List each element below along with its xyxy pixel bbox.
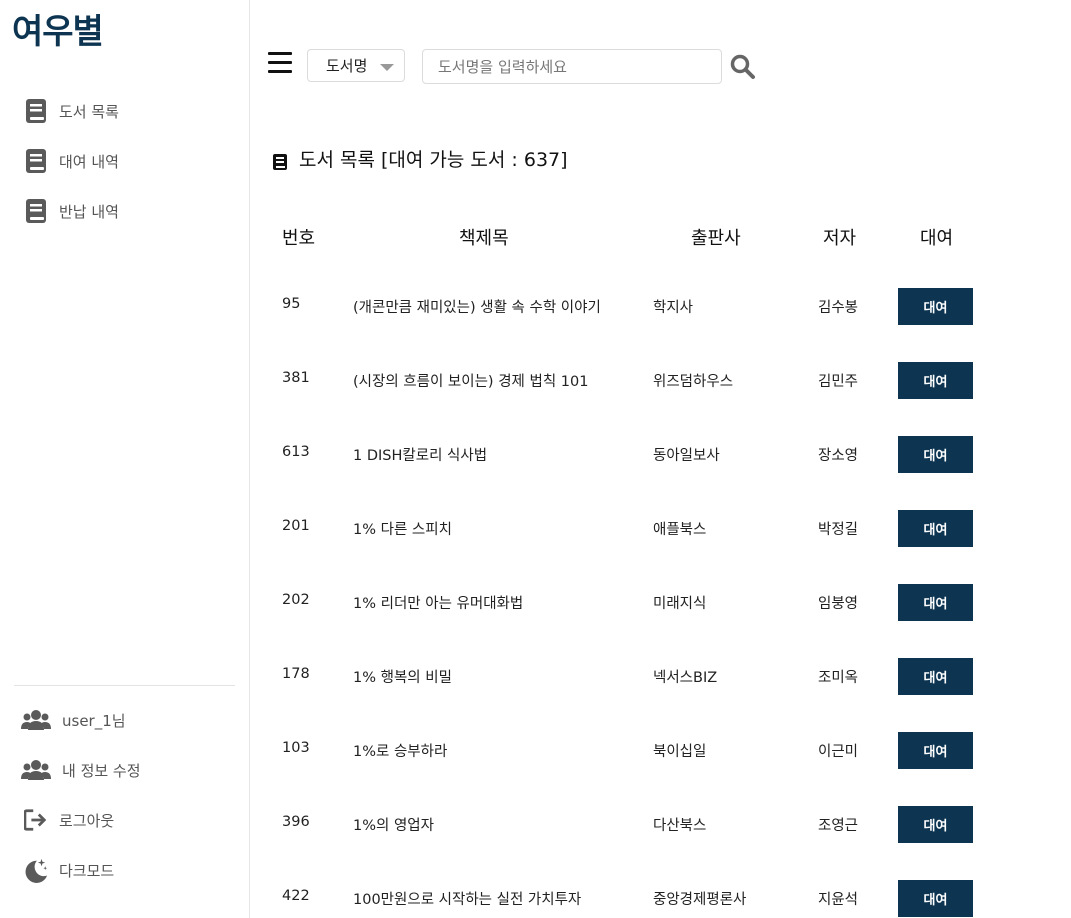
logo[interactable]: 여우별 (12, 4, 104, 53)
main-content: 도서명 도서 목록 [대여 가능 도서 : 637] 번호 책제목 출판사 저자… (250, 0, 1071, 918)
search-icon[interactable] (730, 54, 756, 80)
sidebar-item-dark-mode[interactable]: 다크모드 (24, 856, 114, 884)
cell-number: 396 (282, 814, 310, 830)
cell-title: 1 DISH칼로리 식사법 (353, 448, 488, 464)
search-input[interactable] (422, 49, 722, 84)
rent-button[interactable]: 대여 (898, 732, 973, 769)
book-icon (24, 148, 48, 174)
cell-number: 202 (282, 592, 310, 608)
sidebar-item-book-list[interactable]: 도서 목록 (24, 97, 119, 125)
sidebar-item-label: 도서 목록 (59, 102, 119, 121)
column-header-title: 책제목 (459, 228, 509, 249)
sidebar-item-label: 내 정보 수정 (62, 761, 141, 780)
search-category-value: 도서명 (326, 57, 368, 75)
column-header-number: 번호 (282, 228, 316, 249)
cell-number: 103 (282, 740, 310, 756)
sidebar-item-label: 다크모드 (59, 861, 115, 880)
sidebar-item-logout[interactable]: 로그아웃 (24, 806, 114, 834)
book-icon (24, 98, 48, 124)
cell-author: 박정길 (818, 522, 859, 538)
cell-publisher: 미래지식 (653, 596, 707, 612)
sidebar-item-label: 대여 내역 (59, 152, 119, 171)
rent-button[interactable]: 대여 (898, 436, 973, 473)
page-title-text: 도서 목록 [대여 가능 도서 : 637] (299, 149, 568, 171)
rent-button[interactable]: 대여 (898, 362, 973, 399)
cell-number: 422 (282, 888, 310, 904)
cell-publisher: 동아일보사 (653, 448, 720, 464)
cell-number: 201 (282, 518, 310, 534)
cell-publisher: 학지사 (653, 300, 694, 316)
sidebar-item-rental-history[interactable]: 대여 내역 (24, 147, 119, 175)
cell-title: 1% 행복의 비밀 (353, 670, 452, 686)
sidebar-item-user[interactable]: user_1님 (21, 706, 126, 734)
rent-button[interactable]: 대여 (898, 510, 973, 547)
column-header-rent: 대여 (920, 228, 954, 249)
cell-author: 임붕영 (818, 596, 859, 612)
sidebar-item-label: 로그아웃 (59, 811, 115, 830)
rent-button[interactable]: 대여 (898, 806, 973, 843)
cell-publisher: 애플북스 (653, 522, 707, 538)
page-title: 도서 목록 [대여 가능 도서 : 637] (272, 145, 568, 172)
chevron-down-icon (380, 64, 394, 71)
book-icon (24, 198, 48, 224)
cell-author: 이근미 (818, 744, 859, 760)
rent-button[interactable]: 대여 (898, 288, 973, 325)
rent-button[interactable]: 대여 (898, 584, 973, 621)
rent-button[interactable]: 대여 (898, 658, 973, 695)
column-header-publisher: 출판사 (691, 228, 741, 249)
moon-icon (24, 857, 48, 883)
cell-title: 100만원으로 시작하는 실전 가치투자 (353, 892, 582, 908)
cell-title: (시장의 흐름이 보이는) 경제 법칙 101 (353, 374, 589, 390)
cell-number: 381 (282, 370, 310, 386)
sidebar-item-return-history[interactable]: 반납 내역 (24, 197, 119, 225)
rent-button[interactable]: 대여 (898, 880, 973, 917)
menu-icon[interactable] (268, 52, 292, 74)
column-header-author: 저자 (823, 228, 857, 249)
logout-icon (24, 807, 48, 833)
cell-publisher: 위즈덤하우스 (653, 374, 734, 390)
cell-title: 1%의 영업자 (353, 818, 434, 834)
cell-number: 613 (282, 444, 310, 460)
sidebar: 여우별 도서 목록 대여 내역 반납 내역 user_1님 내 정보 수정 로그… (0, 0, 250, 918)
cell-title: 1% 다른 스피치 (353, 522, 452, 538)
cell-author: 조영근 (818, 818, 859, 834)
cell-number: 95 (282, 296, 301, 312)
cell-author: 지윤석 (818, 892, 859, 908)
users-icon (21, 757, 51, 783)
cell-publisher: 중앙경제평론사 (653, 892, 747, 908)
sidebar-item-edit-profile[interactable]: 내 정보 수정 (21, 756, 141, 784)
cell-publisher: 북이십일 (653, 744, 707, 760)
users-icon (21, 707, 51, 733)
cell-publisher: 넥서스BIZ (653, 670, 718, 686)
sidebar-item-label: user_1님 (62, 711, 126, 730)
cell-author: 김수봉 (818, 300, 859, 316)
cell-number: 178 (282, 666, 310, 682)
cell-author: 김민주 (818, 374, 859, 390)
cell-publisher: 다산북스 (653, 818, 707, 834)
cell-author: 조미옥 (818, 670, 859, 686)
book-icon (272, 153, 288, 171)
sidebar-divider (14, 685, 235, 686)
cell-author: 장소영 (818, 448, 859, 464)
sidebar-item-label: 반납 내역 (59, 202, 119, 221)
cell-title: (개콘만큼 재미있는) 생활 속 수학 이야기 (353, 300, 601, 316)
cell-title: 1%로 승부하라 (353, 744, 448, 760)
cell-title: 1% 리더만 아는 유머대화법 (353, 596, 524, 612)
search-category-select[interactable]: 도서명 (307, 49, 405, 82)
